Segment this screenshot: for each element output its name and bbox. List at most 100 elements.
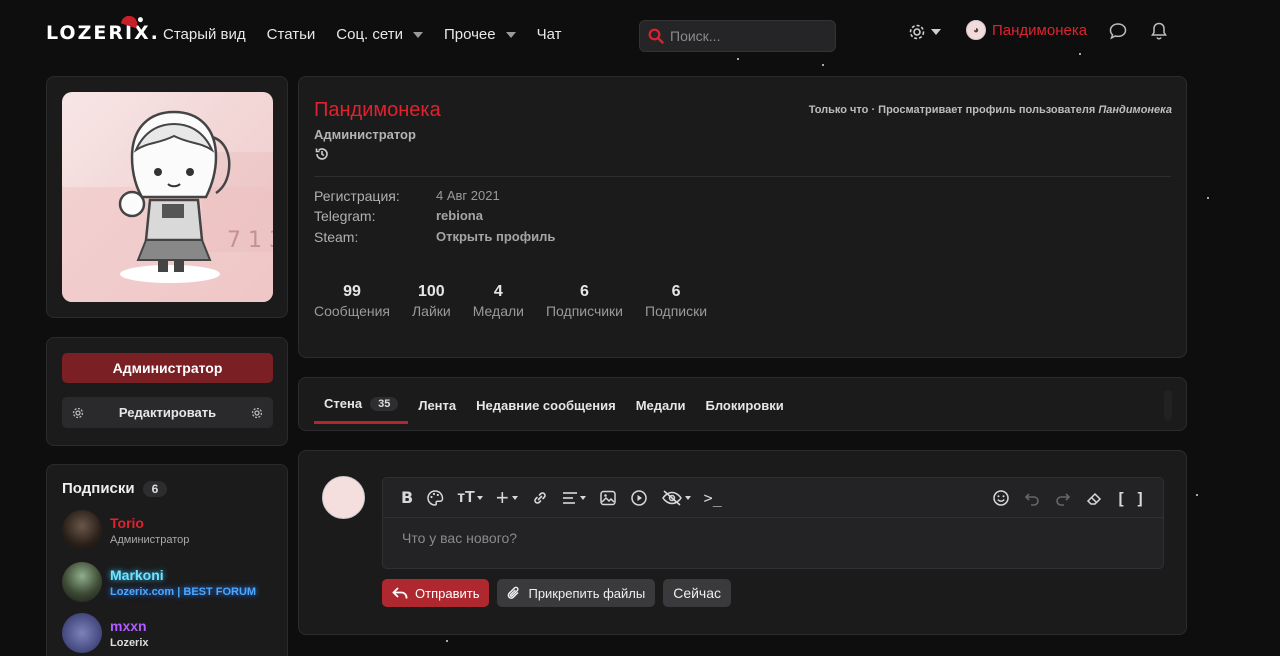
info-label: Telegram: [314, 208, 376, 224]
rich-text-editor: B тT + >_ [] Что у вас нового? [382, 477, 1164, 569]
nav-item-chat[interactable]: Чат [537, 26, 562, 43]
gear-icon [72, 407, 84, 418]
reply-icon [392, 587, 408, 599]
tab-medals[interactable]: Медали [626, 392, 696, 424]
profile-username[interactable]: Пандимонека [314, 99, 441, 122]
subscription-title: Администратор [110, 533, 190, 546]
info-row-steam: Steam: Открыть профиль [314, 229, 555, 245]
eraser-icon[interactable] [1085, 489, 1103, 507]
subscription-item[interactable]: Markoni Lozerix.com | BEST FORUM [62, 562, 256, 602]
stat-followers[interactable]: 6 Подписчики [546, 283, 623, 319]
info-row-registration: Регистрация: 4 Авг 2021 [314, 188, 500, 204]
tab-recent-posts[interactable]: Недавние сообщения [466, 392, 626, 424]
tab-wall[interactable]: Стена 35 [314, 392, 409, 424]
image-icon[interactable] [599, 489, 617, 507]
avatar [62, 510, 102, 550]
site-logo[interactable]: LOZERIX. [46, 13, 160, 44]
paperclip-icon [508, 586, 520, 599]
subscription-name[interactable]: Torio [110, 515, 189, 531]
profile-actions-panel: Администратор Редактировать [46, 337, 288, 446]
nav-item-other[interactable]: Прочее [444, 26, 516, 43]
avatar: ◕ [966, 20, 986, 40]
subscription-title: Lozerix.com | BEST FORUM [110, 585, 257, 598]
search-box[interactable] [639, 20, 836, 52]
info-row-telegram: Telegram: rebiona [314, 208, 483, 224]
history-icon[interactable] [314, 146, 330, 167]
hide-content-icon[interactable] [661, 489, 691, 507]
snow-dot [1207, 197, 1209, 199]
stat-medals[interactable]: 4 Медали [473, 283, 524, 319]
main-nav: Старый вид Статьи Соц. сети Прочее Чат [163, 26, 583, 43]
divider [314, 176, 1171, 177]
profile-header-panel: Пандимонека Администратор Только что · П… [298, 76, 1187, 358]
chevron-down-icon [511, 495, 518, 500]
svg-text:7 1 3: 7 1 3 [227, 228, 273, 253]
profile-activity-status: Только что · Просматривает профиль польз… [808, 104, 1172, 116]
now-button[interactable]: Сейчас [663, 579, 732, 607]
font-size-icon[interactable]: тT [457, 489, 483, 507]
code-icon[interactable]: >_ [704, 489, 722, 507]
subscription-item[interactable]: mxxn Lozerix [62, 613, 149, 653]
chevron-down-icon [476, 495, 483, 500]
nav-item-old-view[interactable]: Старый вид [163, 26, 246, 43]
post-input[interactable]: Что у вас нового? [383, 518, 1163, 558]
subscription-name[interactable]: mxxn [110, 618, 149, 634]
chevron-down-icon [579, 495, 586, 500]
subscriptions-title[interactable]: Подписки 6 [62, 480, 168, 497]
search-icon [648, 28, 664, 44]
avatar [62, 562, 102, 602]
gear-icon [251, 407, 263, 418]
tab-bans[interactable]: Блокировки [695, 392, 793, 424]
steam-profile-link[interactable]: Открыть профиль [436, 229, 555, 245]
nav-item-articles[interactable]: Статьи [267, 26, 316, 43]
nav-item-social[interactable]: Соц. сети [336, 26, 423, 43]
gear-icon [909, 24, 925, 40]
profile-avatar[interactable]: 7 1 3 [62, 92, 273, 302]
profile-role: Администратор [314, 127, 416, 142]
wall-post-composer: B тT + >_ [] Что у вас нового? Отправит… [298, 450, 1187, 635]
user-menu[interactable]: ◕ Пандимонека [966, 20, 1087, 40]
info-label: Steam: [314, 229, 359, 245]
stat-following[interactable]: 6 Подписки [645, 283, 707, 319]
bold-icon[interactable]: B [401, 488, 413, 507]
edit-profile-button[interactable]: Редактировать [62, 397, 273, 428]
registration-date: 4 Авг 2021 [436, 188, 500, 203]
search-input[interactable] [670, 28, 820, 44]
profile-tabs: Стена 35 Лента Недавние сообщения Медали … [314, 392, 794, 424]
wall-count-badge: 35 [370, 396, 399, 411]
redo-icon[interactable] [1054, 489, 1072, 507]
administrator-button[interactable]: Администратор [62, 353, 273, 383]
settings-menu[interactable] [908, 23, 941, 41]
align-icon[interactable] [562, 491, 586, 505]
link-icon[interactable] [531, 489, 549, 507]
chevron-down-icon [505, 31, 516, 38]
stat-messages[interactable]: 99 Сообщения [314, 283, 390, 319]
insert-icon[interactable]: + [496, 485, 518, 511]
chat-icon [1109, 23, 1127, 40]
tab-feed[interactable]: Лента [408, 392, 466, 424]
alerts-button[interactable] [1150, 21, 1168, 46]
conversations-button[interactable] [1108, 21, 1128, 46]
subscription-name[interactable]: Markoni [110, 567, 256, 583]
snow-dot [446, 640, 448, 642]
telegram-value[interactable]: rebiona [436, 208, 483, 224]
chevron-down-icon [412, 31, 423, 38]
fullscreen-icon[interactable]: [ ] [1116, 489, 1145, 508]
emoji-icon[interactable] [992, 489, 1010, 507]
send-button[interactable]: Отправить [382, 579, 490, 607]
attach-files-button[interactable]: Прикрепить файлы [497, 579, 656, 607]
top-navigation-bar: LOZERIX. Старый вид Статьи Соц. сети Про… [0, 0, 1280, 68]
editor-toolbar-right: [ ] [992, 478, 1145, 518]
palette-icon[interactable] [426, 489, 444, 507]
snow-dot [1196, 494, 1198, 496]
info-label: Регистрация: [314, 188, 400, 204]
media-icon[interactable] [630, 489, 648, 507]
status-username[interactable]: Пандимонека [1098, 104, 1172, 116]
chevron-down-icon [684, 495, 691, 500]
undo-icon[interactable] [1023, 489, 1041, 507]
tabs-scroll-handle[interactable] [1164, 390, 1172, 420]
stat-likes[interactable]: 100 Лайки [412, 283, 451, 319]
subscriptions-panel: Подписки 6 Torio Администратор Markoni L… [46, 464, 288, 656]
subscription-item[interactable]: Torio Администратор [62, 510, 189, 550]
edit-profile-label: Редактировать [118, 405, 217, 420]
